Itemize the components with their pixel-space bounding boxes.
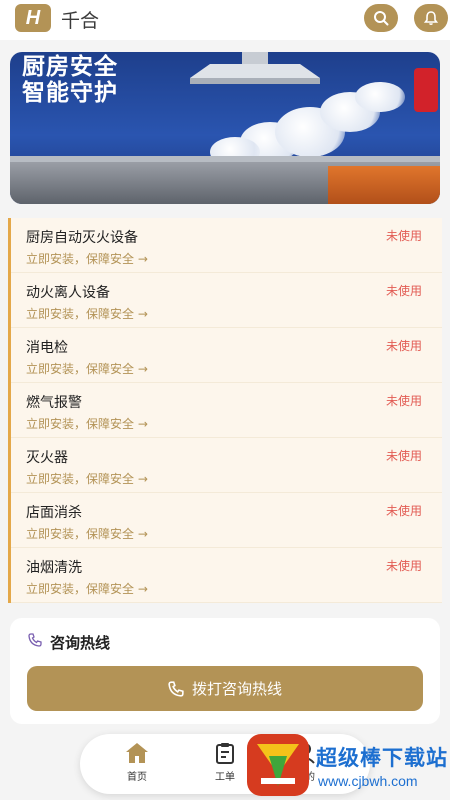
watermark-logo	[247, 734, 309, 796]
clipboard-icon	[216, 743, 234, 764]
phone-icon	[168, 680, 184, 697]
item-name: 灭火器	[26, 450, 68, 466]
equipment-list: 厨房自动灭火设备 未使用 立即安装，保障安全 → 动火离人设备 未使用 立即安装…	[8, 218, 442, 603]
notification-button[interactable]	[414, 4, 448, 32]
smoke-cloud	[355, 82, 405, 112]
nav-home-label: 首页	[127, 772, 147, 783]
nav-orders[interactable]: 工单	[200, 742, 250, 788]
install-link[interactable]: 立即安装，保障安全 →	[26, 360, 148, 377]
list-item[interactable]: 动火离人设备 未使用 立即安装，保障安全 →	[11, 273, 442, 328]
item-name: 动火离人设备	[26, 285, 110, 301]
status-badge: 未使用	[385, 559, 422, 573]
status-badge: 未使用	[385, 394, 422, 408]
item-name: 燃气报警	[26, 395, 82, 411]
hotline-card: 咨询热线 拨打咨询热线	[10, 618, 440, 724]
list-item[interactable]: 燃气报警 未使用 立即安装，保障安全 →	[11, 383, 442, 438]
item-name: 厨房自动灭火设备	[26, 230, 138, 246]
nav-home[interactable]: 首页	[112, 742, 162, 788]
install-link[interactable]: 立即安装，保障安全 →	[26, 470, 148, 487]
app-title: 千合	[61, 10, 100, 32]
orange-cabinet	[328, 166, 440, 204]
install-link[interactable]: 立即安装，保障安全 →	[26, 525, 148, 542]
banner-headline-1: 厨房安全	[22, 54, 118, 80]
app-logo: H	[15, 4, 51, 32]
status-badge: 未使用	[385, 449, 422, 463]
status-badge: 未使用	[385, 284, 422, 298]
app-header: H 千合	[0, 0, 450, 40]
list-item[interactable]: 店面消杀 未使用 立即安装，保障安全 →	[11, 493, 442, 548]
item-name: 消电检	[26, 340, 68, 356]
list-item[interactable]: 消电检 未使用 立即安装，保障安全 →	[11, 328, 442, 383]
watermark-url: www.cjbwh.com	[318, 773, 418, 789]
status-badge: 未使用	[385, 339, 422, 353]
banner-headline-2: 智能守护	[22, 80, 118, 106]
install-link[interactable]: 立即安装，保障安全 →	[26, 250, 148, 267]
fire-extinguisher-image	[414, 68, 438, 112]
install-link[interactable]: 立即安装，保障安全 →	[26, 415, 148, 432]
watermark-text: 超级棒下载站	[316, 746, 448, 770]
status-badge: 未使用	[385, 229, 422, 243]
status-badge: 未使用	[385, 504, 422, 518]
list-item[interactable]: 灭火器 未使用 立即安装，保障安全 →	[11, 438, 442, 493]
search-button[interactable]	[364, 4, 398, 32]
install-link[interactable]: 立即安装，保障安全 →	[26, 305, 148, 322]
list-item[interactable]: 油烟清洗 未使用 立即安装，保障安全 →	[11, 548, 442, 603]
promo-banner[interactable]: 厨房安全 智能守护	[10, 52, 440, 204]
item-name: 油烟清洗	[26, 560, 82, 576]
list-item[interactable]: 厨房自动灭火设备 未使用 立即安装，保障安全 →	[11, 218, 442, 273]
hotline-title: 咨询热线	[50, 634, 111, 652]
nav-orders-label: 工单	[215, 772, 235, 783]
call-hotline-button[interactable]: 拨打咨询热线	[27, 666, 423, 711]
bell-icon	[423, 11, 439, 25]
search-icon	[374, 11, 389, 26]
install-link[interactable]: 立即安装，保障安全 →	[26, 580, 148, 597]
item-name: 店面消杀	[26, 505, 82, 521]
call-button-label: 拨打咨询热线	[191, 680, 282, 698]
download-arrow-icon	[257, 744, 299, 786]
home-icon	[126, 743, 148, 763]
phone-icon	[28, 633, 42, 647]
logo-letter: H	[25, 6, 41, 29]
